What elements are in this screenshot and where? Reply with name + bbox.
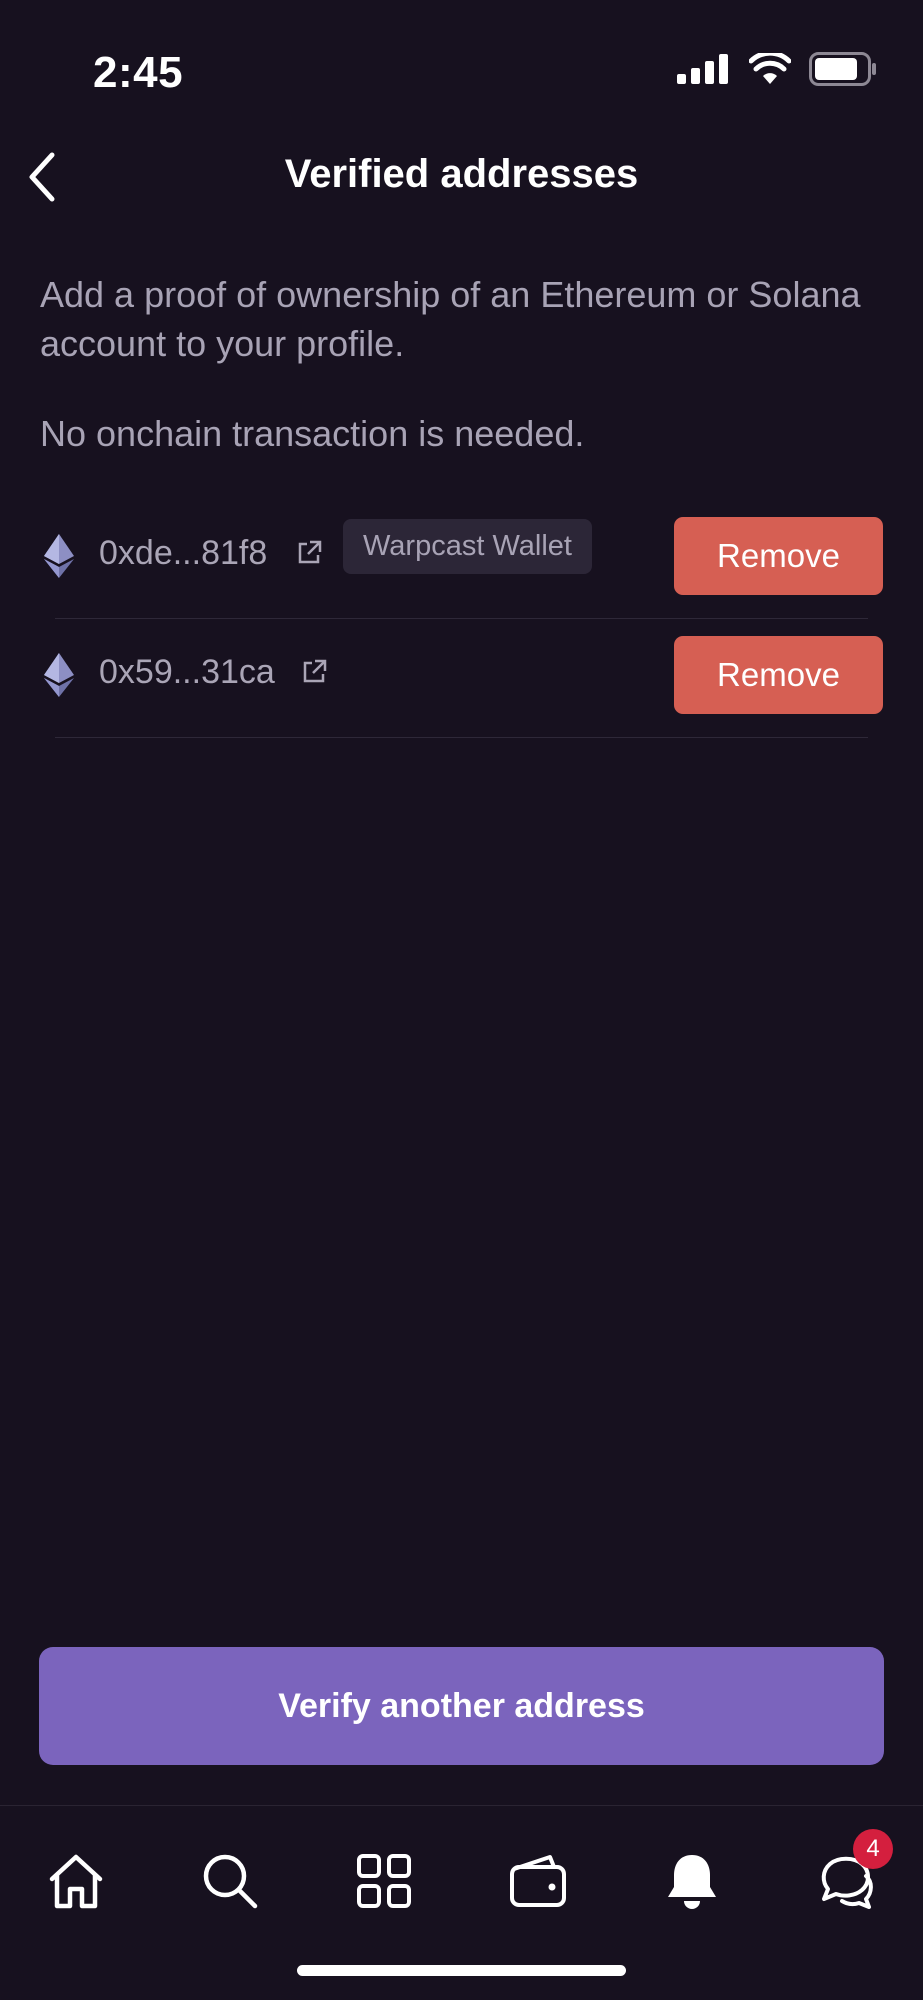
- description-text: Add a proof of ownership of an Ethereum …: [40, 274, 861, 364]
- tab-notifications[interactable]: [660, 1849, 724, 1913]
- address-text: 0x59...31ca: [99, 653, 275, 691]
- verify-another-address-button[interactable]: Verify another address: [39, 1647, 884, 1765]
- status-icons: [677, 52, 877, 86]
- home-icon: [49, 1854, 103, 1909]
- tab-wallet[interactable]: [506, 1849, 570, 1913]
- notification-count-badge: 4: [853, 1829, 893, 1869]
- ethereum-icon: [44, 653, 74, 697]
- cellular-signal-icon: [677, 54, 728, 84]
- home-indicator[interactable]: [297, 1965, 626, 1976]
- description-note: No onchain transaction is needed.: [40, 413, 585, 454]
- wallet-icon: [510, 1855, 566, 1907]
- status-bar: 2:45: [0, 0, 923, 140]
- search-icon: [203, 1854, 258, 1909]
- header: Verified addresses: [0, 140, 923, 215]
- remove-button[interactable]: Remove: [674, 517, 883, 595]
- tab-search[interactable]: [198, 1849, 262, 1913]
- page-title: Verified addresses: [284, 152, 639, 196]
- external-link-icon[interactable]: [295, 539, 323, 567]
- address-row: 0xde...81f8 Warpcast Wallet Remove: [0, 500, 923, 619]
- external-link-icon[interactable]: [300, 658, 328, 686]
- wallet-badge: Warpcast Wallet: [343, 519, 592, 574]
- bell-icon: [668, 1855, 716, 1909]
- grid-icon: [357, 1854, 411, 1908]
- address-text: 0xde...81f8: [99, 534, 268, 572]
- divider: [55, 737, 868, 738]
- tab-apps[interactable]: [352, 1849, 416, 1913]
- remove-button[interactable]: Remove: [674, 636, 883, 714]
- address-row: 0x59...31ca Remove: [0, 619, 923, 738]
- tab-home[interactable]: [44, 1849, 108, 1913]
- ethereum-icon: [44, 534, 74, 578]
- wifi-icon: [749, 53, 791, 84]
- status-time: 2:45: [93, 48, 184, 97]
- battery-icon: [809, 52, 876, 86]
